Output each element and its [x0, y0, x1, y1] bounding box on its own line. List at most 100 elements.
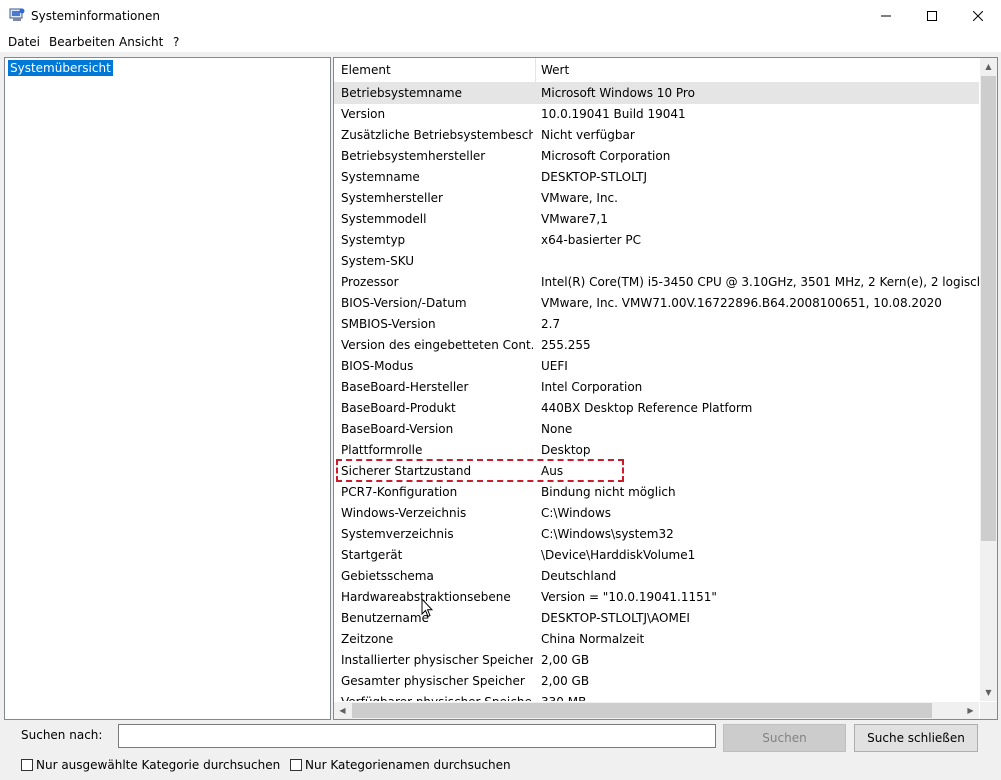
row-value-cell: C:\Windows\system32 [541, 527, 674, 541]
table-row[interactable]: Gesamter physischer Speicher 2,00 GB [334, 671, 979, 692]
checkbox-category-names[interactable]: Nur Kategorienamen durchsuchen [290, 758, 511, 772]
horizontal-scrollbar[interactable]: ◀ ▶ [334, 702, 979, 719]
table-row[interactable]: System-SKU [334, 251, 979, 272]
column-header-element[interactable]: Element [341, 63, 391, 77]
row-element-cell: Gebietsschema [341, 569, 434, 583]
table-row[interactable]: Startgerät \Device\HarddiskVolume1 [334, 545, 979, 566]
table-row[interactable]: Verfügbarer physischer Speicher 330 MB [334, 692, 979, 701]
row-value-cell: Microsoft Corporation [541, 149, 671, 163]
menu-help[interactable]: ? [173, 35, 179, 49]
row-element-cell: Verfügbarer physischer Speicher [341, 695, 533, 701]
table-row[interactable]: BaseBoard-Hersteller Intel Corporation [334, 377, 979, 398]
table-row[interactable]: BIOS-Modus UEFI [334, 356, 979, 377]
close-button[interactable] [955, 0, 1001, 32]
row-element-cell: PCR7-Konfiguration [341, 485, 458, 499]
row-value-cell: UEFI [541, 359, 568, 373]
row-value-cell: 2.7 [541, 317, 561, 331]
minimize-button[interactable] [863, 0, 909, 32]
row-element-cell: Prozessor [341, 275, 399, 289]
row-value-cell: \Device\HarddiskVolume1 [541, 548, 696, 562]
table-row[interactable]: Version des eingebetteten Cont... 255.255 [334, 335, 979, 356]
checkbox-box[interactable] [21, 759, 33, 771]
column-header-value[interactable]: Wert [541, 63, 569, 77]
row-value-cell: 255.255 [541, 338, 591, 352]
row-value-cell: Bindung nicht möglich [541, 485, 676, 499]
table-row[interactable]: Systemname DESKTOP-STLOLTJ [334, 167, 979, 188]
row-element-cell: SMBIOS-Version [341, 317, 436, 331]
row-element-cell: Sicherer Startzustand [341, 464, 472, 478]
scroll-left-icon[interactable]: ◀ [334, 702, 351, 719]
scroll-down-icon[interactable]: ▼ [980, 684, 997, 701]
row-element-cell: Systemverzeichnis [341, 527, 454, 541]
row-element-cell: BIOS-Modus [341, 359, 414, 373]
row-element-cell: Zusätzliche Betriebsystembesch... [341, 128, 533, 142]
search-button[interactable]: Suchen [723, 724, 846, 752]
vertical-scroll-thumb[interactable] [981, 76, 996, 541]
table-row[interactable]: PCR7-Konfiguration Bindung nicht möglich [334, 482, 979, 503]
table-row[interactable]: BIOS-Version/-Datum VMware, Inc. VMW71.00… [334, 293, 979, 314]
checkbox-box[interactable] [290, 759, 302, 771]
close-search-button[interactable]: Suche schließen [854, 724, 978, 752]
row-element-cell: Windows-Verzeichnis [341, 506, 467, 520]
row-element-cell: Installierter physischer Speicher... [341, 653, 533, 667]
table-row[interactable]: Prozessor Intel(R) Core(TM) i5-3450 CPU @… [334, 272, 979, 293]
table-row[interactable]: Systemtyp x64-basierter PC [334, 230, 979, 251]
table-row[interactable]: Plattformrolle Desktop [334, 440, 979, 461]
table-row[interactable]: Sicherer Startzustand Aus [334, 461, 979, 482]
table-row[interactable]: Windows-Verzeichnis C:\Windows [334, 503, 979, 524]
row-element-cell: Plattformrolle [341, 443, 423, 457]
search-input[interactable] [118, 724, 716, 748]
row-element-cell: BaseBoard-Hersteller [341, 380, 469, 394]
row-element-cell: BaseBoard-Version [341, 422, 454, 436]
table-row[interactable]: Systemmodell VMware7,1 [334, 209, 979, 230]
table-row[interactable]: Betriebsystemname Microsoft Windows 10 Pr… [334, 83, 979, 104]
table-row[interactable]: Installierter physischer Speicher... 2,00… [334, 650, 979, 671]
table-row[interactable]: Zeitzone China Normalzeit [334, 629, 979, 650]
table-row[interactable]: Gebietsschema Deutschland [334, 566, 979, 587]
row-value-cell: DESKTOP-STLOLTJ [541, 170, 648, 184]
menu-datei[interactable]: Datei [8, 35, 40, 49]
system-info-app-icon [9, 8, 25, 21]
row-element-cell: Systemhersteller [341, 191, 443, 205]
row-element-cell: Betriebsystemname [341, 86, 463, 100]
table-row[interactable]: Betriebsystemhersteller Microsoft Corpora… [334, 146, 979, 167]
row-value-cell: C:\Windows [541, 506, 612, 520]
table-row[interactable]: Version 10.0.19041 Build 19041 [334, 104, 979, 125]
table-row[interactable]: Zusätzliche Betriebsystembesch... Nicht v… [334, 125, 979, 146]
table-row[interactable]: BaseBoard-Produkt 440BX Desktop Reference… [334, 398, 979, 419]
checkbox-selected-category-label: Nur ausgewählte Kategorie durchsuchen [36, 758, 281, 772]
maximize-button[interactable] [909, 0, 955, 32]
table-row[interactable]: Systemhersteller VMware, Inc. [334, 188, 979, 209]
row-element-cell: Systemmodell [341, 212, 427, 226]
scroll-right-icon[interactable]: ▶ [962, 702, 979, 719]
row-element-cell: Systemname [341, 170, 420, 184]
row-value-cell: x64-basierter PC [541, 233, 642, 247]
menu-bearbeiten[interactable]: Bearbeiten [49, 35, 115, 49]
row-element-cell: Hardwareabstraktionsebene [341, 590, 511, 604]
menu-ansicht[interactable]: Ansicht [119, 35, 163, 49]
row-value-cell: Deutschland [541, 569, 617, 583]
row-value-cell: Version = "10.0.19041.1151" [541, 590, 717, 604]
row-element-cell: System-SKU [341, 254, 415, 268]
column-separator[interactable] [535, 58, 536, 82]
details-list[interactable]: Element Wert Betriebsystemname Microsoft … [333, 57, 998, 720]
vertical-scrollbar[interactable]: ▲ ▼ [980, 58, 997, 701]
category-tree[interactable]: Systemübersicht [4, 57, 331, 720]
checkbox-selected-category[interactable]: Nur ausgewählte Kategorie durchsuchen [21, 758, 280, 772]
checkbox-category-names-label: Nur Kategorienamen durchsuchen [305, 758, 511, 772]
row-value-cell: 440BX Desktop Reference Platform [541, 401, 753, 415]
row-value-cell: VMware7,1 [541, 212, 608, 226]
row-value-cell: 2,00 GB [541, 674, 590, 688]
horizontal-scroll-thumb[interactable] [352, 703, 932, 718]
search-label: Suchen nach: [21, 728, 103, 742]
row-value-cell: Intel(R) Core(TM) i5-3450 CPU @ 3.10GHz,… [541, 275, 979, 289]
tree-item-systemuebersicht[interactable]: Systemübersicht [8, 60, 113, 76]
scroll-up-icon[interactable]: ▲ [980, 58, 997, 75]
table-row[interactable]: BaseBoard-Version None [334, 419, 979, 440]
table-row[interactable]: SMBIOS-Version 2.7 [334, 314, 979, 335]
row-value-cell: VMware, Inc. [541, 191, 618, 205]
row-element-cell: Systemtyp [341, 233, 406, 247]
row-value-cell: China Normalzeit [541, 632, 645, 646]
table-row[interactable]: Systemverzeichnis C:\Windows\system32 [334, 524, 979, 545]
row-value-cell: Intel Corporation [541, 380, 643, 394]
